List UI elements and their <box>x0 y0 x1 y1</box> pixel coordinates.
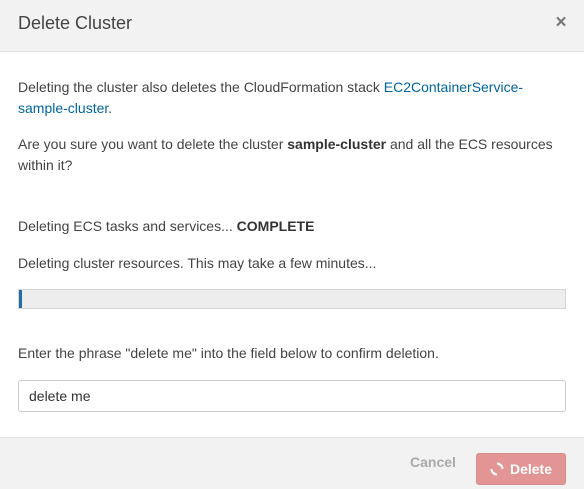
dialog-footer: Cancel Delete <box>0 437 584 489</box>
intro-paragraph: Deleting the cluster also deletes the Cl… <box>18 77 558 119</box>
question-text: Are you sure you want to delete the clus… <box>18 136 288 152</box>
tasks-status: Deleting ECS tasks and services... COMPL… <box>18 216 558 237</box>
refresh-spinner-icon <box>490 462 504 476</box>
delete-cluster-dialog: Delete Cluster × Deleting the cluster al… <box>0 0 584 489</box>
tasks-status-text: Deleting ECS tasks and services... <box>18 218 237 234</box>
confirm-phrase-input[interactable] <box>18 380 566 412</box>
deletion-progress-fill <box>19 290 22 308</box>
close-icon[interactable]: × <box>554 13 568 32</box>
dialog-title: Delete Cluster <box>18 13 133 33</box>
confirmation-question: Are you sure you want to delete the clus… <box>18 134 558 176</box>
cluster-name: sample-cluster <box>287 136 387 152</box>
dialog-header: Delete Cluster × <box>0 0 584 52</box>
intro-period: . <box>108 100 113 116</box>
cancel-button[interactable]: Cancel <box>402 452 464 472</box>
delete-button-label: Delete <box>509 461 553 477</box>
deletion-progress-bar <box>18 289 566 309</box>
tasks-status-state: COMPLETE <box>236 218 315 234</box>
confirm-instruction: Enter the phrase "delete me" into the fi… <box>18 345 439 361</box>
resources-status-text: Deleting cluster resources. This may tak… <box>18 255 377 271</box>
delete-button[interactable]: Delete <box>476 453 566 485</box>
intro-text: Deleting the cluster also deletes the Cl… <box>18 79 384 95</box>
